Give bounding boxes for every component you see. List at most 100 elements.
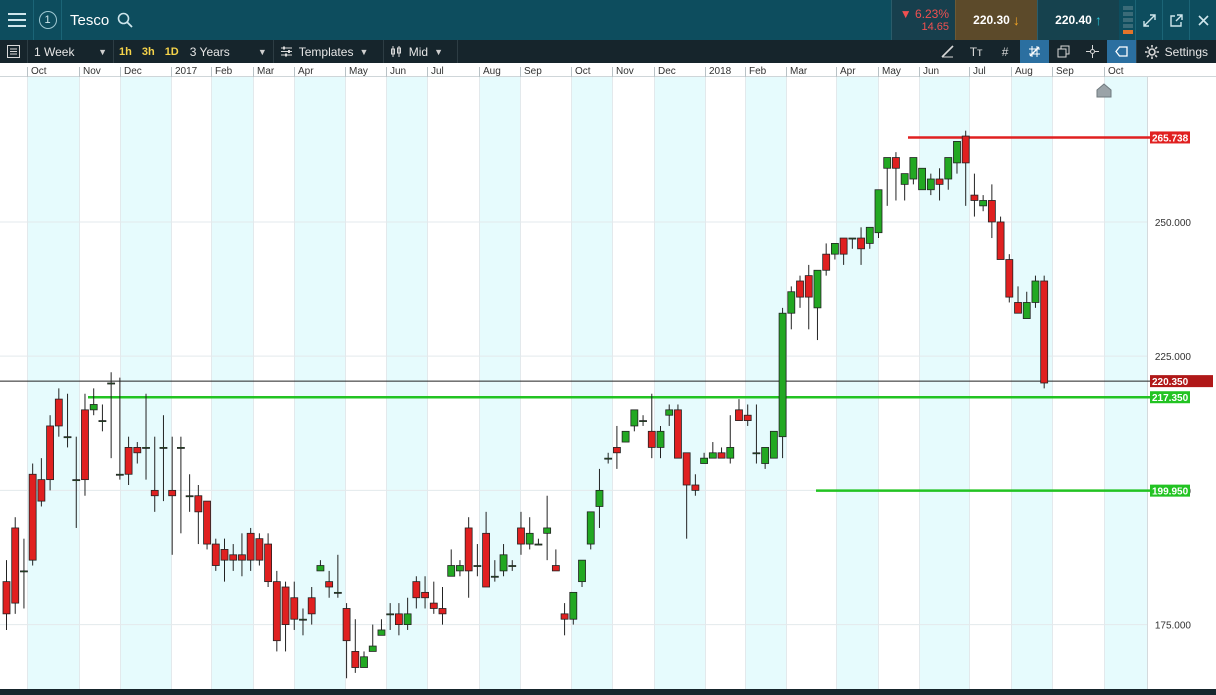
level-tag-text: 199.950 (1152, 487, 1189, 498)
interval-3h[interactable]: 3h (137, 40, 160, 63)
candle-body (98, 420, 107, 422)
timeframe-select[interactable]: 1 Week ▼ (28, 40, 114, 63)
candle-body (517, 527, 525, 545)
candle-body (37, 479, 46, 502)
candle-body (81, 409, 89, 481)
list-icon (7, 45, 20, 58)
candle-body (621, 430, 630, 443)
candle-body (979, 200, 988, 207)
candle-body (360, 656, 368, 668)
change-absolute: 14.65 (921, 21, 949, 33)
range-select[interactable]: 3 Years ▼ (184, 40, 274, 63)
price-type-select[interactable]: Mid ▼ (384, 40, 458, 63)
price-chart[interactable]: Oct Nov Dec 2017 Feb Mar Apr May Jun Jul Aug Sep Oct… (0, 63, 1216, 695)
popout-button[interactable] (1162, 0, 1189, 40)
down-triangle-icon: ▼ (899, 7, 912, 21)
candle-body (403, 613, 412, 625)
candlestick-chart[interactable]: Oct Nov Dec 2017 Feb Mar Apr May Jun Jul Aug Sep Oct… (0, 63, 1216, 689)
candle-body (386, 613, 395, 616)
settings-button[interactable]: Settings (1137, 40, 1216, 63)
layers-button[interactable] (1049, 40, 1078, 63)
candle-body (368, 645, 377, 652)
candle-body (490, 575, 499, 578)
candle-body (813, 269, 822, 309)
candle-body (578, 559, 586, 583)
candle-body (211, 543, 220, 566)
month-band (386, 77, 427, 689)
candle-body (325, 581, 334, 588)
instrument-selector[interactable]: Tesco (62, 12, 133, 29)
candle-body (307, 597, 316, 615)
caret-down-icon: ▼ (257, 46, 267, 57)
crosshair-grid-button[interactable] (1019, 40, 1049, 63)
candle-body (46, 425, 54, 481)
x-tick-label: Feb (215, 66, 233, 77)
candle-body (892, 157, 900, 169)
candle-body (377, 629, 386, 636)
expand-button[interactable] (1135, 0, 1162, 40)
price-tag-button[interactable] (1106, 40, 1136, 63)
range-value: 3 Years (189, 44, 230, 59)
candle-body (185, 495, 194, 498)
level-tag-text: 217.350 (1152, 393, 1189, 404)
notification-badge[interactable]: 1 (34, 0, 62, 40)
candle-body (604, 457, 613, 460)
month-band (836, 77, 878, 689)
candle-body (769, 430, 778, 459)
candle-body (63, 436, 72, 439)
candle-body (421, 591, 429, 599)
candle-body (839, 237, 848, 255)
x-tick-label: May (882, 66, 901, 77)
candle-body (586, 511, 595, 545)
watchlist-button[interactable] (0, 40, 28, 63)
candle-body (665, 409, 674, 416)
candle-body (272, 581, 281, 642)
candle-body (874, 189, 883, 234)
grid-icon: # (1001, 44, 1009, 59)
x-tick-label: Jun (390, 66, 406, 77)
candle-body (909, 157, 918, 180)
sell-price: 220.30 (973, 13, 1010, 27)
candle-body (543, 527, 552, 534)
candle-body (639, 420, 647, 422)
x-tick-label: May (349, 66, 368, 77)
candle-body (1031, 280, 1040, 303)
drawing-tools-button[interactable] (933, 40, 962, 63)
candle-body (743, 414, 752, 421)
gear-icon (1144, 44, 1159, 59)
candle-body (822, 253, 831, 271)
candle-body (630, 409, 639, 427)
bottom-scrollbar[interactable] (0, 689, 1216, 695)
x-tick-label: Sep (524, 66, 542, 77)
candle-body (499, 554, 508, 572)
month-band (654, 77, 705, 689)
interval-1h[interactable]: 1h (114, 40, 137, 63)
x-tick-label: Apr (840, 66, 856, 77)
templates-select[interactable]: Templates ▼ (274, 40, 384, 63)
search-icon[interactable] (117, 12, 133, 28)
grid-button[interactable]: # (991, 40, 1020, 63)
interval-1d[interactable]: 1D (160, 40, 184, 63)
month-band (211, 77, 253, 689)
text-size-button[interactable]: Tᴛ (962, 40, 991, 63)
candle-body (89, 404, 98, 411)
sell-button[interactable]: 220.30 ↓ (955, 0, 1037, 40)
candle-body (142, 447, 150, 449)
x-tick-label: Jun (923, 66, 939, 77)
menu-button[interactable] (0, 0, 34, 40)
buy-button[interactable]: 220.40 ↑ (1037, 0, 1119, 40)
candle-body (203, 500, 211, 545)
candle-body (28, 473, 37, 561)
candle-body (229, 554, 238, 561)
month-band (1104, 77, 1147, 689)
candle-body (752, 452, 761, 455)
crosshair-button[interactable] (1078, 40, 1107, 63)
x-tick-label: Nov (616, 66, 634, 77)
y-tick-label: 225.000 (1155, 352, 1192, 363)
price-tag-icon (1114, 46, 1128, 57)
candle-body (569, 591, 578, 620)
candle-body (281, 586, 290, 625)
x-tick-label: Aug (483, 66, 501, 77)
close-button[interactable] (1189, 0, 1216, 40)
trading-app: 1 Tesco ▼ 6.23% 14.65 220.30 ↓ 220.40 ↑ (0, 0, 1216, 695)
